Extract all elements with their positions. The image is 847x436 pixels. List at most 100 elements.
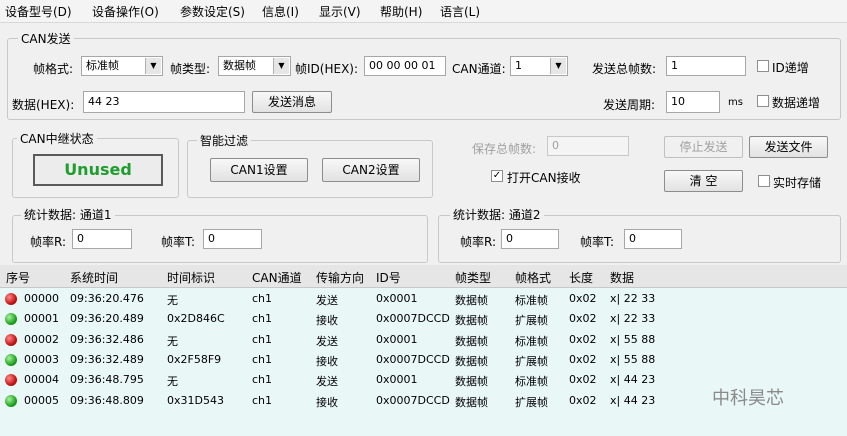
cell-index: 00005	[24, 393, 59, 407]
cell-direction: 发送	[316, 294, 338, 307]
data-increment-label: 数据递增	[772, 96, 821, 110]
stats-channel1-title: 统计数据: 通道1	[21, 206, 115, 223]
id-increment-checkbox[interactable]	[757, 60, 769, 72]
cell-frame-type: 数据帧	[455, 294, 488, 307]
cell-system-time: 09:36:20.489	[70, 312, 144, 326]
realtime-storage-checkbox[interactable]	[758, 175, 770, 187]
cell-frame-format: 标准帧	[515, 294, 548, 307]
cell-system-time: 09:36:48.795	[70, 373, 144, 387]
data-hex-label: 数据(HEX):	[12, 98, 75, 112]
cell-length: 0x02	[569, 373, 597, 387]
frame-id-input[interactable]: 00 00 00 01	[364, 56, 446, 76]
column-header-system-time[interactable]: 系统时间	[70, 269, 118, 286]
column-header-can-channel[interactable]: CAN通道	[252, 269, 302, 286]
total-frames-input[interactable]: 1	[666, 56, 746, 76]
column-header-frame-type[interactable]: 帧类型	[455, 269, 491, 286]
cell-id: 0x0007DCCD	[376, 352, 450, 366]
frame-format-label: 帧格式:	[33, 62, 74, 76]
chevron-down-icon[interactable]: ▼	[550, 58, 566, 74]
can-send-title: CAN发送	[18, 30, 74, 47]
column-header-timestamp[interactable]: 时间标识	[167, 269, 215, 286]
frame-id-label: 帧ID(HEX):	[295, 62, 359, 76]
stats1-rate-t-value: 0	[203, 229, 262, 249]
watermark-text: 中科昊芯	[712, 388, 784, 409]
cell-timestamp: 0x31D543	[167, 393, 224, 407]
cell-length: 0x02	[569, 332, 597, 346]
cell-index: 00002	[24, 332, 59, 346]
send-file-button[interactable]: 发送文件	[749, 136, 828, 158]
can1-settings-button[interactable]: CAN1设置	[210, 158, 308, 182]
smart-filter-title: 智能过滤	[197, 132, 252, 149]
column-header-data[interactable]: 数据	[610, 269, 634, 286]
relay-status-indicator: Unused	[33, 154, 163, 186]
menu-help[interactable]: 帮助(H)	[380, 3, 422, 20]
data-hex-input[interactable]: 44 23	[83, 91, 245, 113]
cell-data: x| 55 88	[610, 352, 656, 366]
column-header-frame-format[interactable]: 帧格式	[515, 269, 551, 286]
cell-direction: 接收	[316, 395, 338, 409]
cell-frame-type: 数据帧	[455, 375, 488, 389]
can2-settings-button[interactable]: CAN2设置	[322, 158, 420, 182]
table-row[interactable]: 00003 09:36:32.489 0x2F58F9 ch1 接收 0x0007DCCD…	[0, 350, 847, 370]
stats2-rate-t-label: 帧率T:	[580, 235, 615, 249]
stats1-rate-t-label: 帧率T:	[161, 235, 196, 249]
send-period-input[interactable]: 10	[666, 91, 720, 113]
open-can-receive-label: 打开CAN接收	[507, 171, 581, 185]
menu-language[interactable]: 语言(L)	[440, 3, 480, 20]
cell-frame-type: 数据帧	[455, 354, 488, 368]
cell-system-time: 09:36:48.809	[70, 393, 144, 407]
can-channel-label: CAN通道:	[452, 62, 506, 76]
column-header-length[interactable]: 长度	[569, 269, 593, 286]
cell-length: 0x02	[569, 393, 597, 407]
cell-frame-format: 扩展帧	[515, 314, 548, 328]
chevron-down-icon[interactable]: ▼	[273, 58, 289, 74]
cell-timestamp: 0x2F58F9	[167, 352, 222, 366]
frame-format-select[interactable]: 标准帧 ▼	[81, 56, 163, 76]
table-row[interactable]: 00000 09:36:20.476 无 ch1 发送 0x0001 数据帧 标准帧 0x02 x…	[0, 289, 847, 309]
menu-device-operation[interactable]: 设备操作(O)	[92, 3, 159, 20]
stats2-rate-t-value: 0	[624, 229, 682, 249]
cell-length: 0x02	[569, 292, 597, 305]
period-unit-label: ms	[728, 97, 743, 108]
column-header-id[interactable]: ID号	[376, 269, 401, 286]
cell-system-time: 09:36:32.486	[70, 332, 144, 346]
stop-send-button[interactable]: 停止发送	[664, 136, 743, 158]
realtime-storage-label: 实时存储	[773, 176, 822, 190]
column-header-index[interactable]: 序号	[6, 269, 30, 286]
cell-direction: 接收	[316, 354, 338, 368]
cell-frame-type: 数据帧	[455, 314, 488, 328]
cell-can-channel: ch1	[252, 312, 273, 326]
cell-frame-format: 标准帧	[515, 375, 548, 389]
id-increment-label: ID递增	[772, 61, 809, 75]
menu-info[interactable]: 信息(I)	[262, 3, 299, 20]
cell-frame-type: 数据帧	[455, 334, 488, 348]
column-header-direction[interactable]: 传输方向	[316, 269, 364, 286]
send-message-button[interactable]: 发送消息	[252, 91, 332, 113]
cell-can-channel: ch1	[252, 373, 273, 387]
cell-index: 00000	[24, 292, 59, 305]
cell-length: 0x02	[569, 352, 597, 366]
menu-display[interactable]: 显示(V)	[319, 3, 361, 20]
frame-type-value: 数据帧	[223, 59, 256, 72]
open-can-receive-checkbox[interactable]: ✓	[491, 170, 503, 182]
cell-can-channel: ch1	[252, 393, 273, 407]
clear-button[interactable]: 清 空	[664, 170, 743, 192]
stats2-rate-r-label: 帧率R:	[460, 235, 497, 249]
menu-device-model[interactable]: 设备型号(D)	[5, 3, 72, 20]
cell-length: 0x02	[569, 312, 597, 326]
cell-timestamp: 无	[167, 334, 178, 348]
data-increment-checkbox[interactable]	[757, 95, 769, 107]
table-row[interactable]: 00002 09:36:32.486 无 ch1 发送 0x0001 数据帧 标准帧 0x02 x…	[0, 330, 847, 350]
status-red-dot-icon	[5, 333, 17, 346]
stats2-rate-r-value: 0	[501, 229, 559, 249]
menu-parameter-settings[interactable]: 参数设定(S)	[180, 3, 245, 20]
can-channel-select[interactable]: 1 ▼	[510, 56, 568, 76]
stats-channel2-title: 统计数据: 通道2	[450, 206, 544, 223]
table-row[interactable]: 00001 09:36:20.489 0x2D846C ch1 接收 0x0007DCCD…	[0, 309, 847, 329]
frame-type-select[interactable]: 数据帧 ▼	[218, 56, 291, 76]
chevron-down-icon[interactable]: ▼	[145, 58, 161, 74]
status-green-dot-icon	[5, 394, 17, 407]
cell-data: x| 22 33	[610, 292, 656, 305]
cell-can-channel: ch1	[252, 292, 273, 305]
cell-timestamp: 无	[167, 294, 178, 307]
